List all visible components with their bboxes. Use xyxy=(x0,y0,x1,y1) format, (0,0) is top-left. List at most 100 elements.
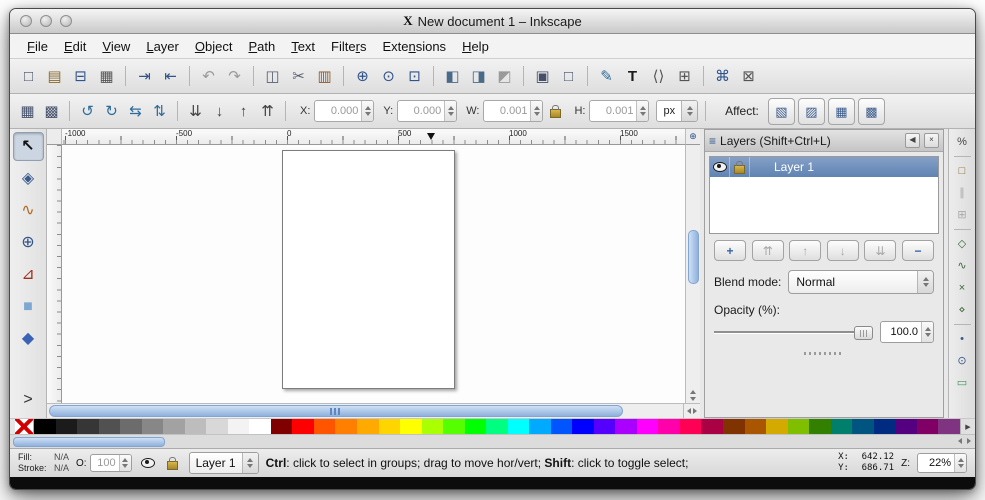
color-swatch[interactable] xyxy=(873,419,896,434)
color-swatch[interactable] xyxy=(744,419,767,434)
color-swatch[interactable] xyxy=(98,419,121,434)
document-page[interactable] xyxy=(282,150,455,389)
color-swatch[interactable] xyxy=(55,419,78,434)
blend-mode-steppers[interactable] xyxy=(917,271,933,293)
export-bitmap-button[interactable]: ⇤ xyxy=(158,64,183,89)
color-swatch[interactable] xyxy=(313,419,336,434)
delete-layer-button[interactable]: − xyxy=(901,240,934,261)
preferences-button[interactable]: ⌘ xyxy=(710,64,735,89)
blend-mode-select[interactable]: Normal xyxy=(788,270,934,294)
vertical-scrollbar-thumb[interactable] xyxy=(688,230,699,285)
open-document-button[interactable]: ▤ xyxy=(42,64,67,89)
lower-layer-button[interactable]: ↓ xyxy=(826,240,859,261)
color-swatch[interactable] xyxy=(464,419,487,434)
raise-to-top-button[interactable]: ⇈ xyxy=(256,100,279,123)
copy-button[interactable]: ◫ xyxy=(260,64,285,89)
scale-corners-toggle[interactable]: ▨ xyxy=(797,97,825,125)
paste-button[interactable]: ▥ xyxy=(312,64,337,89)
color-swatch[interactable] xyxy=(184,419,207,434)
select-all-button[interactable]: ▦ xyxy=(16,100,39,123)
close-window-button[interactable] xyxy=(20,15,32,27)
menu-extensions[interactable]: Extensions xyxy=(375,37,453,56)
object-opacity-steppers[interactable] xyxy=(118,455,131,471)
layer-row[interactable]: Layer 1 xyxy=(710,157,938,177)
lower-button[interactable]: ↓ xyxy=(208,100,231,123)
unit-steppers[interactable] xyxy=(681,101,698,121)
menu-help[interactable]: Help xyxy=(455,37,496,56)
flip-vertical-button[interactable]: ⇅ xyxy=(148,100,171,123)
selector-tool[interactable]: ↖ xyxy=(12,132,44,161)
color-swatch[interactable] xyxy=(163,419,185,434)
color-swatch[interactable] xyxy=(249,419,271,434)
color-swatch[interactable] xyxy=(852,419,874,434)
canvas-vertical-scrollbar[interactable] xyxy=(685,145,700,403)
unlink-clone-button[interactable]: ◩ xyxy=(492,64,517,89)
scroll-right-button[interactable] xyxy=(693,408,697,414)
snap-nodes-toggle[interactable]: ◇ xyxy=(952,234,973,254)
horizontal-scrollbar-thumb[interactable] xyxy=(49,405,624,417)
layer-lock-status-toggle[interactable] xyxy=(164,454,182,472)
zoom-window-button[interactable] xyxy=(60,15,72,27)
color-swatch[interactable] xyxy=(206,419,228,434)
move-patterns-toggle[interactable]: ▩ xyxy=(857,97,885,125)
select-all-layers-button[interactable]: ▩ xyxy=(40,100,63,123)
redo-button[interactable]: ↷ xyxy=(222,64,247,89)
color-swatch[interactable] xyxy=(529,419,551,434)
panel-dock-button[interactable]: ◀ xyxy=(905,133,920,148)
rotate-cw-button[interactable]: ↻ xyxy=(100,100,123,123)
opacity-steppers[interactable] xyxy=(921,322,933,342)
color-swatch[interactable] xyxy=(443,419,465,434)
group-objects-button[interactable]: ▣ xyxy=(530,64,555,89)
save-document-button[interactable]: ⊟ xyxy=(68,64,93,89)
duplicate-button[interactable]: ◧ xyxy=(440,64,465,89)
palette-scroll-right-button[interactable] xyxy=(967,438,971,444)
color-swatch[interactable] xyxy=(120,419,142,434)
minimize-window-button[interactable] xyxy=(40,15,52,27)
opacity-spinbox[interactable]: 100.0 xyxy=(880,321,934,343)
panel-resize-grip[interactable] xyxy=(705,347,943,359)
fill-stroke-indicator[interactable]: Fill: N/A Stroke: N/A xyxy=(18,452,69,474)
lower-layer-to-bottom-button[interactable]: ⇊ xyxy=(864,240,897,261)
snap-midpoints-toggle[interactable]: • xyxy=(952,329,973,349)
color-swatch[interactable] xyxy=(723,419,745,434)
menu-view[interactable]: View xyxy=(95,37,137,56)
color-swatch[interactable] xyxy=(292,419,314,434)
document-properties-button[interactable]: ⊠ xyxy=(736,64,761,89)
create-clone-button[interactable]: ◨ xyxy=(466,64,491,89)
opacity-slider[interactable] xyxy=(714,325,873,340)
palette-scrollbar-thumb[interactable] xyxy=(13,437,165,447)
snap-page-border-toggle[interactable]: ▭ xyxy=(952,373,973,393)
fill-stroke-dialog-button[interactable]: ✎ xyxy=(594,64,619,89)
color-swatch[interactable] xyxy=(34,419,56,434)
color-swatch[interactable] xyxy=(593,419,616,434)
snap-bbox-edges-toggle[interactable]: ∥ xyxy=(952,183,973,203)
color-swatch[interactable] xyxy=(658,419,680,434)
layer-visibility-status-toggle[interactable] xyxy=(139,454,157,472)
height-field[interactable]: 0.001 xyxy=(589,100,650,122)
y-steppers[interactable] xyxy=(444,101,457,121)
color-swatch[interactable] xyxy=(916,419,939,434)
color-swatch[interactable] xyxy=(550,419,573,434)
ruler-zoom-corner-button[interactable]: ⊕ xyxy=(685,129,700,145)
x-steppers[interactable] xyxy=(361,101,374,121)
tweak-tool[interactable]: ∿ xyxy=(13,196,44,225)
color-swatch[interactable] xyxy=(895,419,917,434)
x-field[interactable]: 0.000 xyxy=(314,100,375,122)
object-opacity-spinbox[interactable]: 100 xyxy=(89,454,132,472)
import-bitmap-button[interactable]: ⇥ xyxy=(132,64,157,89)
box3d-tool[interactable]: ◆ xyxy=(13,324,44,353)
enable-snapping-toggle[interactable]: % xyxy=(952,132,973,152)
color-swatch[interactable] xyxy=(270,419,293,434)
y-field[interactable]: 0.000 xyxy=(397,100,458,122)
zoom-to-page-button[interactable]: ⊡ xyxy=(402,64,427,89)
snap-paths-toggle[interactable]: ∿ xyxy=(952,256,973,276)
width-steppers[interactable] xyxy=(530,101,543,121)
vertical-ruler[interactable] xyxy=(47,145,62,403)
color-swatch[interactable] xyxy=(809,419,831,434)
color-swatch[interactable] xyxy=(938,419,960,434)
snap-object-centers-toggle[interactable]: ⊙ xyxy=(952,351,973,371)
snap-cusp-nodes-toggle[interactable]: ⋄ xyxy=(952,300,973,320)
raise-layer-to-top-button[interactable]: ⇈ xyxy=(751,240,784,261)
color-swatch[interactable] xyxy=(356,419,379,434)
color-swatch[interactable] xyxy=(636,419,659,434)
